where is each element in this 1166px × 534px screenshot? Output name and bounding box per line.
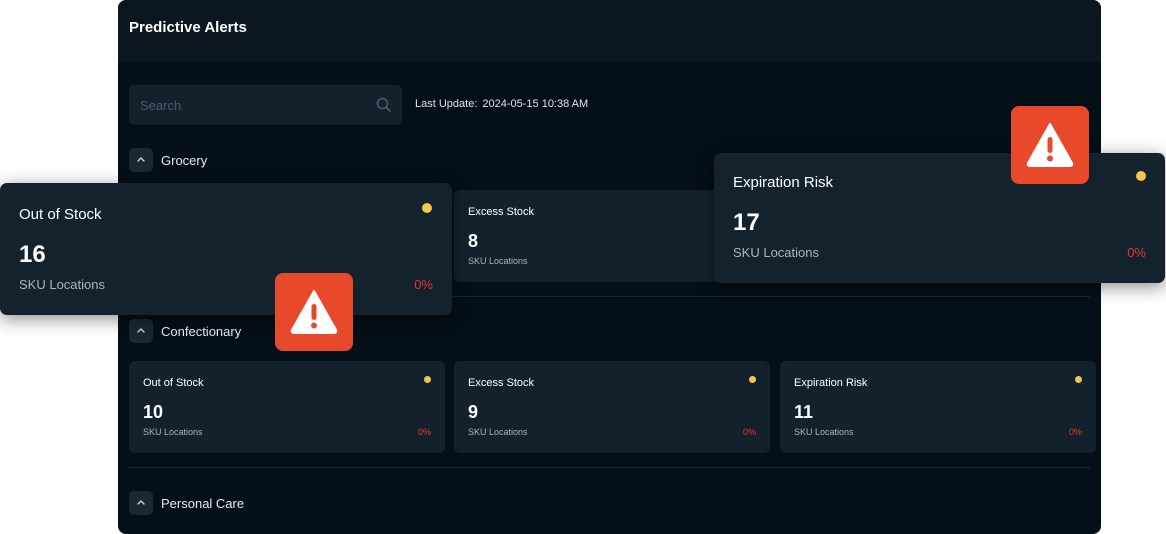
card-count: 11 <box>794 402 814 422</box>
section-label-confectionary: Confectionary <box>161 324 242 339</box>
section-label-personal-care: Personal Care <box>161 496 245 511</box>
last-update-label: Last Update: <box>415 98 478 110</box>
confectionary-expiration-risk-card[interactable]: Expiration Risk 11 SKU Locations 0% <box>780 361 1096 453</box>
card-title: Out of Stock <box>19 206 102 223</box>
search-icon[interactable] <box>375 96 393 114</box>
status-dot-icon <box>422 203 432 213</box>
confectionary-out-of-stock-card[interactable]: Out of Stock 10 SKU Locations 0% <box>129 361 445 453</box>
card-percent: 0% <box>742 427 756 437</box>
personal-care-collapse-toggle[interactable] <box>129 491 153 515</box>
card-title: Expiration Risk <box>733 174 834 191</box>
card-count: 9 <box>468 402 479 422</box>
status-dot-icon <box>424 376 431 383</box>
status-dot-icon <box>1075 376 1082 383</box>
chevron-up-icon <box>137 157 145 162</box>
alert-badge <box>1011 106 1089 184</box>
card-title: Out of Stock <box>143 377 204 389</box>
confectionary-collapse-toggle[interactable] <box>129 319 153 343</box>
panel-title: Predictive Alerts <box>129 19 247 36</box>
last-update-value: 2024-05-15 10:38 AM <box>482 98 589 110</box>
card-percent: 0% <box>417 427 431 437</box>
last-update: Last Update: 2024-05-15 10:38 AM <box>415 98 588 110</box>
card-subtitle: SKU Locations <box>794 427 854 437</box>
confectionary-excess-stock-card[interactable]: Excess Stock 9 SKU Locations 0% <box>454 361 770 453</box>
card-percent: 0% <box>1068 427 1082 437</box>
card-percent: 0% <box>1127 245 1146 260</box>
card-title: Excess Stock <box>468 377 535 389</box>
section-label-grocery-text: Grocery <box>161 153 208 168</box>
section-divider <box>129 467 1090 468</box>
card-subtitle: SKU Locations <box>733 245 819 260</box>
section-label-grocery: Grocery <box>161 153 207 168</box>
alert-badge <box>275 273 353 351</box>
search-input[interactable] <box>129 85 369 125</box>
card-count: 16 <box>19 241 46 268</box>
card-percent: 0% <box>414 277 433 292</box>
chevron-up-icon <box>137 500 145 505</box>
chevron-up-icon <box>137 328 145 333</box>
panel-header: Predictive Alerts <box>118 0 1101 62</box>
status-dot-icon <box>749 376 756 383</box>
card-count: 10 <box>143 402 164 422</box>
card-subtitle: SKU Locations <box>468 427 528 437</box>
grocery-expiration-risk-card[interactable]: Expiration Risk 17 SKU Locations 0% <box>714 153 1165 283</box>
card-subtitle: SKU Locations <box>468 256 528 266</box>
card-subtitle: SKU Locations <box>19 277 105 292</box>
card-count: 17 <box>733 209 760 236</box>
card-title: Expiration Risk <box>794 377 868 389</box>
warning-triangle-icon <box>290 290 338 334</box>
card-title: Excess Stock <box>468 206 535 218</box>
grocery-out-of-stock-card[interactable]: Out of Stock 16 SKU Locations 0% <box>0 183 452 315</box>
card-subtitle: SKU Locations <box>143 427 203 437</box>
grocery-collapse-toggle[interactable] <box>129 148 153 172</box>
warning-triangle-icon <box>1026 123 1074 167</box>
status-dot-icon <box>1136 171 1146 181</box>
card-count: 8 <box>468 231 479 251</box>
search-box[interactable] <box>129 85 402 125</box>
